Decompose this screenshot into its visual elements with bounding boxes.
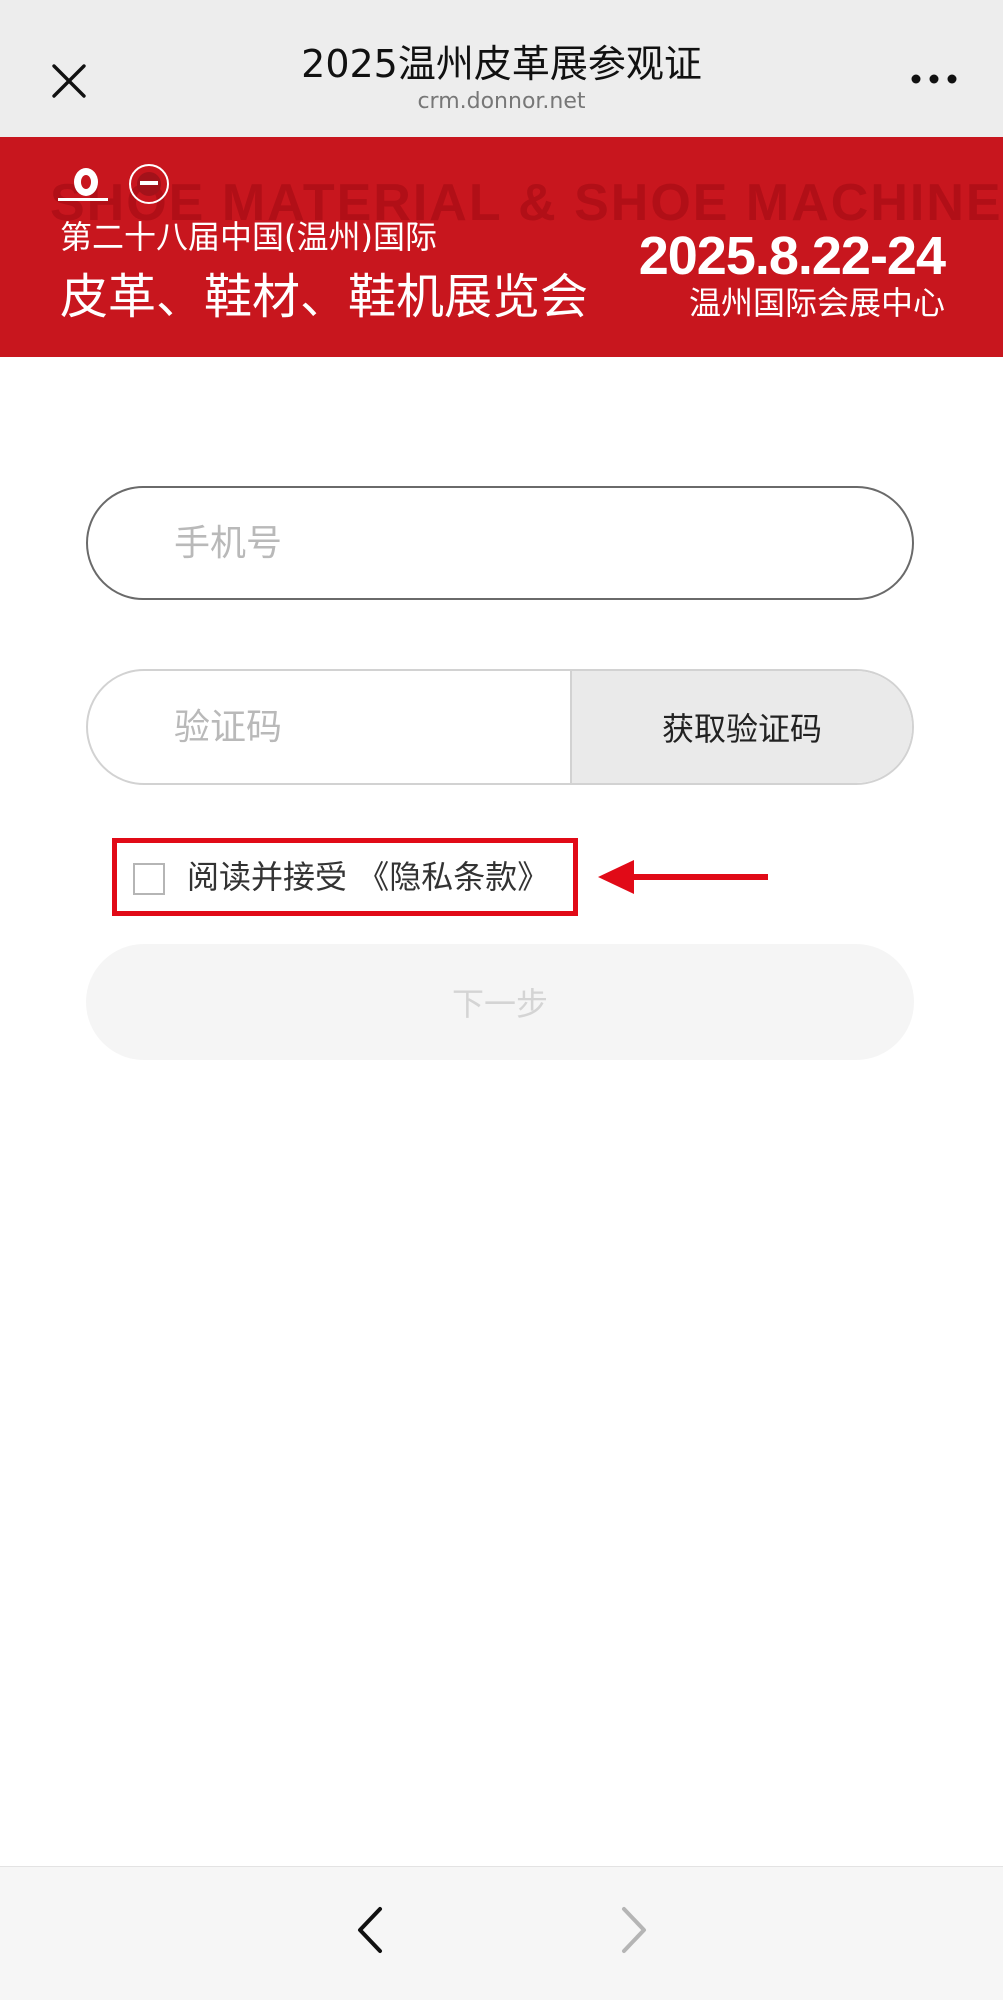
organizer-logo — [56, 165, 110, 205]
page-title: 2025温州皮革展参观证 — [301, 42, 702, 86]
privacy-agreement-highlight: 阅读并接受 《隐私条款》 — [112, 838, 578, 916]
next-step-button[interactable]: 下一步 — [86, 944, 914, 1060]
more-icon[interactable] — [905, 62, 965, 96]
annotation-arrow-icon — [598, 857, 772, 897]
agree-checkbox[interactable] — [133, 863, 165, 895]
exhibition-banner: SHOE MATERIAL & SHOE MACHINERY FAIR 第二十八… — [0, 137, 1003, 357]
phone-field[interactable] — [86, 486, 914, 600]
ufi-logo — [128, 163, 170, 205]
agree-label: 阅读并接受 — [187, 858, 348, 896]
chevron-left-icon[interactable] — [350, 1903, 394, 1957]
banner-exhibition-name: 皮革、鞋材、鞋机展览会 — [60, 269, 589, 325]
phone-input[interactable] — [174, 488, 874, 598]
banner-venue: 温州国际会展中心 — [688, 284, 945, 322]
top-navigation-bar: 2025温州皮革展参观证 crm.donnor.net — [0, 0, 1003, 137]
privacy-policy-link[interactable]: 《隐私条款》 — [357, 858, 549, 896]
bottom-toolbar — [0, 1866, 1003, 2000]
page-url: crm.donnor.net — [417, 89, 586, 114]
verification-code-field[interactable]: 获取验证码 — [86, 669, 914, 785]
chevron-right-icon[interactable] — [610, 1903, 654, 1957]
verification-code-input[interactable] — [174, 671, 554, 783]
agree-text: 阅读并接受 《隐私条款》 — [187, 857, 549, 897]
banner-date: 2025.8.22-24 — [638, 226, 946, 286]
banner-edition: 第二十八届中国(温州)国际 — [60, 218, 437, 256]
get-code-button[interactable]: 获取验证码 — [570, 671, 912, 783]
